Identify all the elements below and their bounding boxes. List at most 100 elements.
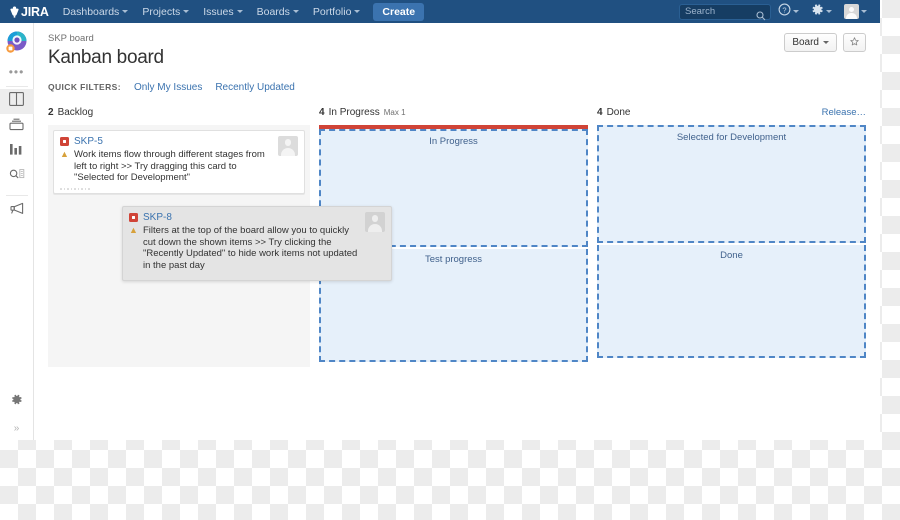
star-icon: [850, 36, 859, 49]
nav-label: Issues: [203, 5, 234, 18]
dropzone-label: Test progress: [425, 254, 483, 265]
column-count: 4: [597, 107, 603, 118]
board-dropdown-button[interactable]: Board: [784, 33, 837, 52]
issues-search-icon: [9, 167, 25, 186]
column-name: In Progress: [328, 107, 380, 118]
dropzone-label: Done: [720, 250, 743, 261]
project-avatar-icon[interactable]: [5, 30, 29, 54]
nav-label: Projects: [142, 5, 181, 18]
jira-logo-text: JIRA: [21, 4, 49, 19]
sidebar-item-settings[interactable]: [0, 389, 34, 414]
sidebar-more-button[interactable]: •••: [9, 64, 25, 80]
gear-icon: [10, 393, 23, 411]
board-column-done: 4 Done Release… Selected for Development…: [597, 107, 866, 367]
nav-label: Dashboards: [62, 5, 120, 18]
column-wip-max: Max 1: [383, 108, 406, 117]
card-issue-key[interactable]: SKP-8: [143, 212, 172, 223]
sidebar-item-board[interactable]: [0, 89, 34, 114]
sidebar-divider: [5, 86, 28, 87]
column-header-in-progress: 4 In Progress Max 1: [319, 107, 588, 125]
quick-filters-label: QUICK FILTERS:: [48, 82, 121, 92]
quick-filter-recently-updated[interactable]: Recently Updated: [215, 82, 295, 93]
card-body-row: ▲ Filters at the top of the board allow …: [129, 225, 361, 271]
nav-item-projects[interactable]: Projects: [135, 0, 196, 23]
column-name: Backlog: [57, 107, 94, 118]
board-columns-icon: [9, 92, 24, 111]
card-main: SKP-5 ▲ Work items flow through differen…: [60, 136, 274, 184]
priority-major-up-icon: ▲: [60, 149, 69, 159]
card-body-row: ▲ Work items flow through different stag…: [60, 149, 274, 184]
dropzone-done[interactable]: Done: [597, 245, 866, 358]
story-icon: [60, 137, 69, 146]
megaphone-icon: [9, 201, 25, 220]
sidebar-item-backlog[interactable]: [0, 114, 34, 139]
nav-item-portfolio[interactable]: Portfolio: [306, 0, 368, 23]
kanban-board: 2 Backlog SKP-5 ▲ Work items flow throug…: [48, 107, 866, 367]
priority-major-up-icon: ▲: [129, 225, 138, 235]
top-nav-right-group: ?: [679, 0, 880, 23]
card-main: SKP-8 ▲ Filters at the top of the board …: [129, 212, 361, 271]
search-input[interactable]: [685, 6, 757, 17]
user-avatar-icon: [278, 136, 299, 156]
settings-button[interactable]: [806, 0, 837, 23]
card-summary: Work items flow through different stages…: [74, 149, 265, 183]
column-count: 2: [48, 107, 54, 118]
nav-item-dashboards[interactable]: Dashboards: [56, 0, 136, 23]
quick-filters-bar: QUICK FILTERS: Only My Issues Recently U…: [48, 82, 866, 93]
dropzone-selected-for-development[interactable]: Selected for Development: [597, 125, 866, 243]
nav-item-boards[interactable]: Boards: [250, 0, 306, 23]
column-header-done: 4 Done Release…: [597, 107, 866, 125]
search-box[interactable]: [679, 3, 771, 20]
chevron-down-icon: [236, 10, 243, 13]
board-dropdown-label: Board: [792, 37, 819, 48]
chevron-down-icon: [292, 10, 299, 13]
column-body-done: Selected for Development Done: [597, 125, 866, 367]
sidebar-expand-button[interactable]: »: [14, 423, 20, 434]
card-key-row: SKP-5: [60, 136, 274, 147]
release-link[interactable]: Release…: [822, 107, 866, 118]
jira-logo[interactable]: JIRA: [0, 5, 56, 19]
nav-label: Boards: [256, 5, 290, 18]
help-button[interactable]: ?: [773, 0, 804, 23]
card-summary: Filters at the top of the board allow yo…: [143, 225, 358, 271]
card-issue-key[interactable]: SKP-5: [74, 136, 103, 147]
card-drag-handle[interactable]: [60, 188, 90, 190]
sidebar-item-reports[interactable]: [0, 139, 34, 164]
column-count: 4: [319, 107, 325, 118]
user-avatar-icon: [365, 212, 385, 232]
reports-bar-chart-icon: [9, 142, 24, 161]
nav-item-issues[interactable]: Issues: [196, 0, 249, 23]
profile-button[interactable]: [839, 0, 872, 23]
sidebar-item-issues[interactable]: [0, 164, 34, 189]
quick-filter-only-my-issues[interactable]: Only My Issues: [134, 82, 202, 93]
sidebar-item-releases[interactable]: [0, 198, 34, 223]
column-header-backlog: 2 Backlog: [48, 107, 310, 125]
board-content: SKP board Kanban board Board QUICK FILTE…: [34, 23, 880, 440]
chevron-down-icon: [793, 10, 799, 13]
chevron-down-icon: [183, 10, 190, 13]
jira-mark-icon: [9, 6, 20, 18]
nav-label: Portfolio: [312, 5, 352, 18]
chevron-down-icon: [122, 10, 129, 13]
dropzone-label: Selected for Development: [676, 132, 787, 143]
issue-card-skp-5[interactable]: SKP-5 ▲ Work items flow through differen…: [53, 130, 306, 194]
star-board-button[interactable]: [843, 33, 866, 52]
jira-app-window: JIRA Dashboards Projects Issues Boards P…: [0, 0, 880, 440]
card-key-row: SKP-8: [129, 212, 361, 223]
chevron-down-icon: [354, 10, 361, 13]
dropzone-label: In Progress: [429, 136, 478, 147]
top-navigation-bar: JIRA Dashboards Projects Issues Boards P…: [0, 0, 880, 23]
create-button[interactable]: Create: [373, 2, 425, 21]
sidebar-bottom-group: »: [0, 389, 34, 440]
sidebar-divider: [5, 195, 28, 196]
chevron-down-icon: [861, 10, 867, 13]
issue-card-skp-8-dragging[interactable]: SKP-8 ▲ Filters at the top of the board …: [122, 206, 392, 281]
breadcrumb[interactable]: SKP board: [48, 33, 866, 44]
page-title: Kanban board: [48, 47, 164, 68]
column-name: Done: [606, 107, 631, 118]
user-avatar-icon: [844, 4, 859, 19]
story-icon: [129, 213, 138, 222]
board-controls: Board: [784, 33, 866, 52]
question-circle-icon: ?: [778, 3, 791, 21]
chevron-down-icon: [823, 41, 829, 44]
